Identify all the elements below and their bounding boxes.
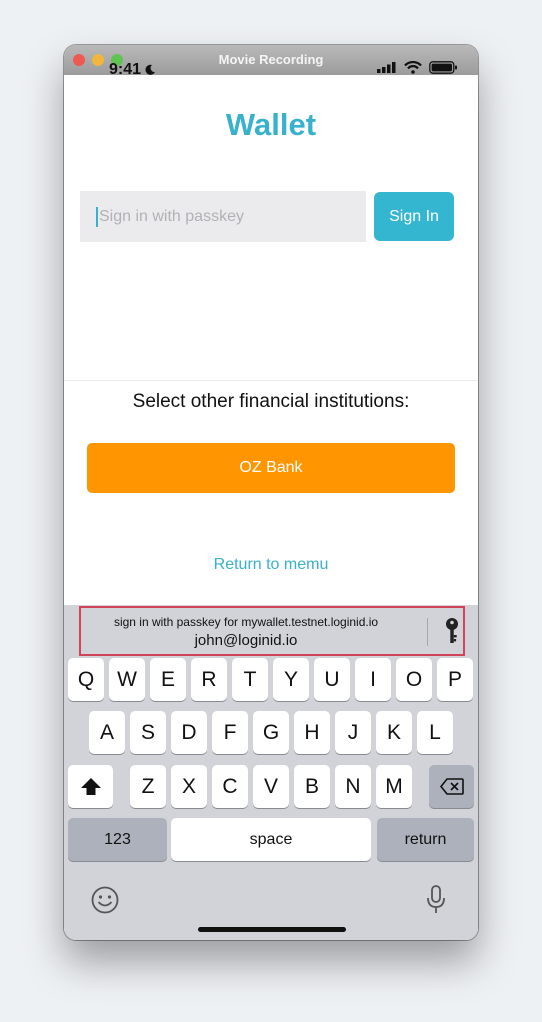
institutions-label: Select other financial institutions: xyxy=(132,391,410,412)
key-v[interactable]: V xyxy=(253,765,289,808)
key-f[interactable]: F xyxy=(212,711,248,754)
simulator-window: Movie Recording 9:41 Wallet Sign in with… xyxy=(64,45,478,940)
key-u[interactable]: U xyxy=(314,658,350,701)
wifi-icon xyxy=(404,61,422,74)
key-x[interactable]: X xyxy=(171,765,207,808)
key-s[interactable]: S xyxy=(130,711,166,754)
app-screen: Wallet Sign in with passkey Sign In Sele… xyxy=(64,75,478,940)
passkey-placeholder: Sign in with passkey xyxy=(99,207,244,225)
key-l[interactable]: L xyxy=(417,711,453,754)
key-n[interactable]: N xyxy=(335,765,371,808)
suggestion-separator xyxy=(427,618,428,646)
status-indicators xyxy=(377,61,458,74)
return-key[interactable]: return xyxy=(377,818,474,861)
app-title: Wallet xyxy=(225,107,317,142)
key-y[interactable]: Y xyxy=(273,658,309,701)
return-to-menu-link[interactable]: Return to memu xyxy=(64,556,478,574)
oz-bank-button[interactable]: OZ Bank xyxy=(87,443,455,493)
key-c[interactable]: C xyxy=(212,765,248,808)
key-k[interactable]: K xyxy=(376,711,412,754)
key-p[interactable]: P xyxy=(437,658,473,701)
key-m[interactable]: M xyxy=(376,765,412,808)
key-q[interactable]: Q xyxy=(68,658,104,701)
key-icon[interactable] xyxy=(444,617,460,645)
key-e[interactable]: E xyxy=(150,658,186,701)
suggestion-account: john@loginid.io xyxy=(194,632,298,649)
key-g[interactable]: G xyxy=(253,711,289,754)
cellular-signal-icon xyxy=(377,62,396,73)
suggestion-title: sign in with passkey for mywallet.testne… xyxy=(113,615,379,629)
shift-arrow-icon xyxy=(80,777,101,795)
key-b[interactable]: B xyxy=(294,765,330,808)
key-d[interactable]: D xyxy=(171,711,207,754)
key-a[interactable]: A xyxy=(89,711,125,754)
emoji-icon[interactable] xyxy=(91,886,119,914)
passkey-suggestion[interactable]: sign in with passkey for mywallet.testne… xyxy=(79,606,465,656)
key-h[interactable]: H xyxy=(294,711,330,754)
keyboard: sign in with passkey for mywallet.testne… xyxy=(64,605,478,940)
key-r[interactable]: R xyxy=(191,658,227,701)
sign-in-button[interactable]: Sign In xyxy=(374,192,454,241)
key-o[interactable]: O xyxy=(396,658,432,701)
key-i[interactable]: I xyxy=(355,658,391,701)
microphone-icon[interactable] xyxy=(426,885,446,915)
home-indicator xyxy=(198,927,346,932)
numbers-key[interactable]: 123 xyxy=(68,818,167,861)
window-titlebar: Movie Recording 9:41 xyxy=(64,45,478,78)
battery-icon xyxy=(429,61,457,74)
section-divider xyxy=(64,380,478,381)
backspace-icon xyxy=(439,778,464,795)
space-key[interactable]: space xyxy=(171,818,371,861)
key-t[interactable]: T xyxy=(232,658,268,701)
delete-key[interactable] xyxy=(429,765,474,808)
key-w[interactable]: W xyxy=(109,658,145,701)
key-j[interactable]: J xyxy=(335,711,371,754)
key-z[interactable]: Z xyxy=(130,765,166,808)
shift-key[interactable] xyxy=(68,765,113,808)
text-caret xyxy=(96,206,98,227)
passkey-input[interactable]: Sign in with passkey xyxy=(80,191,366,242)
